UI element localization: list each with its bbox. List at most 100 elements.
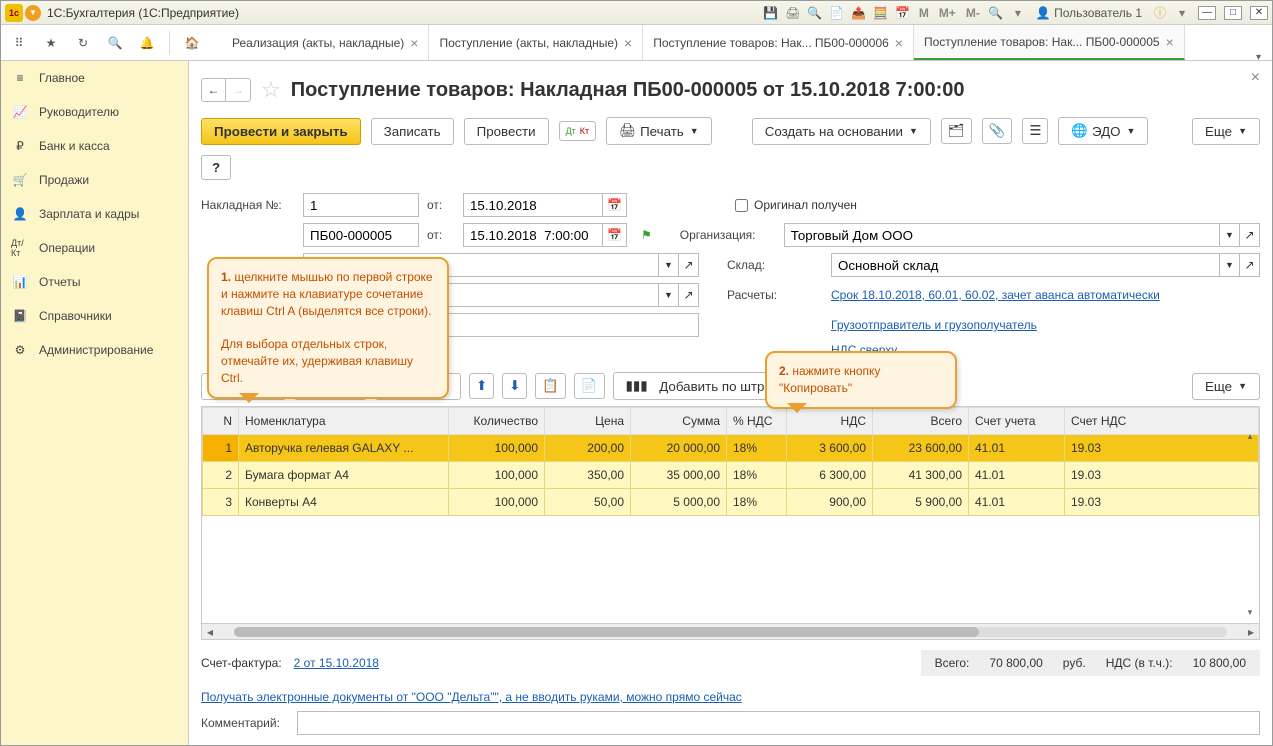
close-icon[interactable]: × [1166, 34, 1174, 50]
horizontal-scrollbar[interactable]: ◂ ▸ [202, 623, 1259, 639]
cell-nomenclature[interactable]: Авторучка гелевая GALAXY ... [239, 435, 449, 462]
sidebar-item-sales[interactable]: 🛒Продажи [1, 163, 188, 197]
calendar-button[interactable]: 📅 [603, 193, 627, 217]
col-qty[interactable]: Количество [449, 408, 545, 435]
scroll-up-icon[interactable]: ▴ [1243, 429, 1257, 443]
scroll-right-icon[interactable]: ▸ [1243, 625, 1259, 639]
warehouse-input[interactable] [831, 253, 1220, 277]
cell-n[interactable]: 2 [203, 462, 239, 489]
create-based-button[interactable]: Создать на основании▼ [752, 118, 931, 145]
open-icon[interactable]: ↗ [1240, 223, 1260, 247]
col-vat-pct[interactable]: % НДС [727, 408, 787, 435]
attach-button[interactable]: 📎 [982, 118, 1013, 144]
col-sum[interactable]: Сумма [631, 408, 727, 435]
cell-vat-account[interactable]: 19.03 [1065, 462, 1259, 489]
move-down-button[interactable]: ⬇ [502, 373, 527, 399]
cell-nomenclature[interactable]: Бумага формат А4 [239, 462, 449, 489]
history-icon[interactable]: ↻ [73, 33, 93, 53]
back-button[interactable]: ← [202, 79, 226, 101]
zoom-icon[interactable]: 🔍 [988, 5, 1004, 21]
export-icon[interactable]: 📤 [851, 5, 867, 21]
edo-button[interactable]: 🌐ЭДО▼ [1058, 117, 1148, 145]
close-document-button[interactable]: × [1251, 69, 1260, 87]
cell-total[interactable]: 5 900,00 [873, 489, 969, 516]
col-account[interactable]: Счет учета [969, 408, 1065, 435]
dropdown2-icon[interactable]: ▾ [1174, 5, 1190, 21]
commit-close-button[interactable]: Провести и закрыть [201, 118, 361, 145]
cell-qty[interactable]: 100,000 [449, 435, 545, 462]
cell-price[interactable]: 50,00 [545, 489, 631, 516]
cell-vat[interactable]: 900,00 [787, 489, 873, 516]
scroll-track[interactable] [234, 627, 1227, 637]
move-up-button[interactable]: ⬆ [469, 373, 494, 399]
col-total[interactable]: Всего [873, 408, 969, 435]
cell-vat-account[interactable]: 19.03 [1065, 435, 1259, 462]
comment-input[interactable] [297, 711, 1260, 735]
tab-realization[interactable]: Реализация (акты, накладные)× [222, 25, 429, 60]
doc-datetime-input[interactable] [463, 223, 603, 247]
commit-button[interactable]: Провести [464, 118, 549, 145]
cell-total[interactable]: 23 600,00 [873, 435, 969, 462]
apps-icon[interactable]: ⠿ [9, 33, 29, 53]
col-price[interactable]: Цена [545, 408, 631, 435]
table-row[interactable]: 3 Конверты А4 100,000 50,00 5 000,00 18%… [203, 489, 1259, 516]
cell-vat[interactable]: 3 600,00 [787, 435, 873, 462]
original-received-checkbox[interactable] [735, 199, 748, 212]
cell-qty[interactable]: 100,000 [449, 489, 545, 516]
open-icon[interactable]: ↗ [679, 253, 699, 277]
sidebar-item-main[interactable]: ≡Главное [1, 61, 188, 95]
cell-nomenclature[interactable]: Конверты А4 [239, 489, 449, 516]
cell-vat-pct[interactable]: 18% [727, 489, 787, 516]
print-button[interactable]: 🖨Печать▼ [606, 117, 712, 145]
open-icon[interactable]: ↗ [1240, 253, 1260, 277]
help-button[interactable]: ? [201, 155, 231, 180]
chevron-down-icon[interactable]: ▼ [659, 253, 679, 277]
table-row[interactable]: 1 Авторучка гелевая GALAXY ... 100,000 2… [203, 435, 1259, 462]
user-label[interactable]: 👤 Пользователь 1 [1036, 6, 1142, 20]
scroll-thumb[interactable] [234, 627, 979, 637]
minimize-button[interactable]: — [1198, 6, 1216, 20]
sf-link[interactable]: 2 от 15.10.2018 [294, 656, 379, 670]
cell-sum[interactable]: 5 000,00 [631, 489, 727, 516]
cell-qty[interactable]: 100,000 [449, 462, 545, 489]
close-icon[interactable]: × [624, 35, 632, 51]
chevron-down-icon[interactable]: ▼ [1220, 253, 1240, 277]
info-icon[interactable]: ⓘ [1152, 5, 1168, 21]
cell-price[interactable]: 350,00 [545, 462, 631, 489]
print-icon[interactable]: 🖨 [785, 5, 801, 21]
close-icon[interactable]: × [895, 35, 903, 51]
app-menu-dropdown[interactable]: ▼ [25, 5, 41, 21]
favorite-icon[interactable]: ★ [41, 33, 61, 53]
sidebar-item-payroll[interactable]: 👤Зарплата и кадры [1, 197, 188, 231]
doc-icon[interactable]: 📄 [829, 5, 845, 21]
sidebar-item-operations[interactable]: Дт/КтОперации [1, 231, 188, 265]
memory-m-plus[interactable]: M+ [937, 6, 958, 20]
search-toolbar-icon[interactable]: 🔍 [105, 33, 125, 53]
home-icon[interactable]: 🏠 [182, 33, 202, 53]
cell-vat-pct[interactable]: 18% [727, 435, 787, 462]
favorite-star-icon[interactable]: ☆ [261, 77, 281, 103]
memory-m-minus[interactable]: M- [964, 6, 982, 20]
edoc-link[interactable]: Получать электронные документы от "ООО "… [201, 690, 742, 704]
sidebar-item-bank[interactable]: ₽Банк и касса [1, 129, 188, 163]
bell-icon[interactable]: 🔔 [137, 33, 157, 53]
col-nomenclature[interactable]: Номенклатура [239, 408, 449, 435]
sidebar-item-admin[interactable]: ⚙Администрирование [1, 333, 188, 367]
shipper-link[interactable]: Грузоотправитель и грузополучатель [831, 318, 1037, 332]
col-vat-account[interactable]: Счет НДС [1065, 408, 1259, 435]
more-button[interactable]: Еще▼ [1192, 118, 1260, 145]
save-icon[interactable]: 💾 [763, 5, 779, 21]
cell-total[interactable]: 41 300,00 [873, 462, 969, 489]
copy-button[interactable]: 📋 [535, 373, 566, 399]
close-button[interactable]: ✕ [1250, 6, 1268, 20]
invoice-date-input[interactable] [463, 193, 603, 217]
calendar-icon[interactable]: 📅 [895, 5, 911, 21]
sidebar-item-manager[interactable]: 📈Руководителю [1, 95, 188, 129]
tab-receipt-list[interactable]: Поступление (акты, накладные)× [429, 25, 643, 60]
tab-receipt-5[interactable]: Поступление товаров: Нак... ПБ00-000005× [914, 25, 1185, 60]
table-more-button[interactable]: Еще▼ [1192, 373, 1260, 400]
cell-sum[interactable]: 20 000,00 [631, 435, 727, 462]
cell-account[interactable]: 41.01 [969, 435, 1065, 462]
scroll-left-icon[interactable]: ◂ [202, 625, 218, 639]
list-button[interactable]: ☰ [1022, 118, 1048, 144]
